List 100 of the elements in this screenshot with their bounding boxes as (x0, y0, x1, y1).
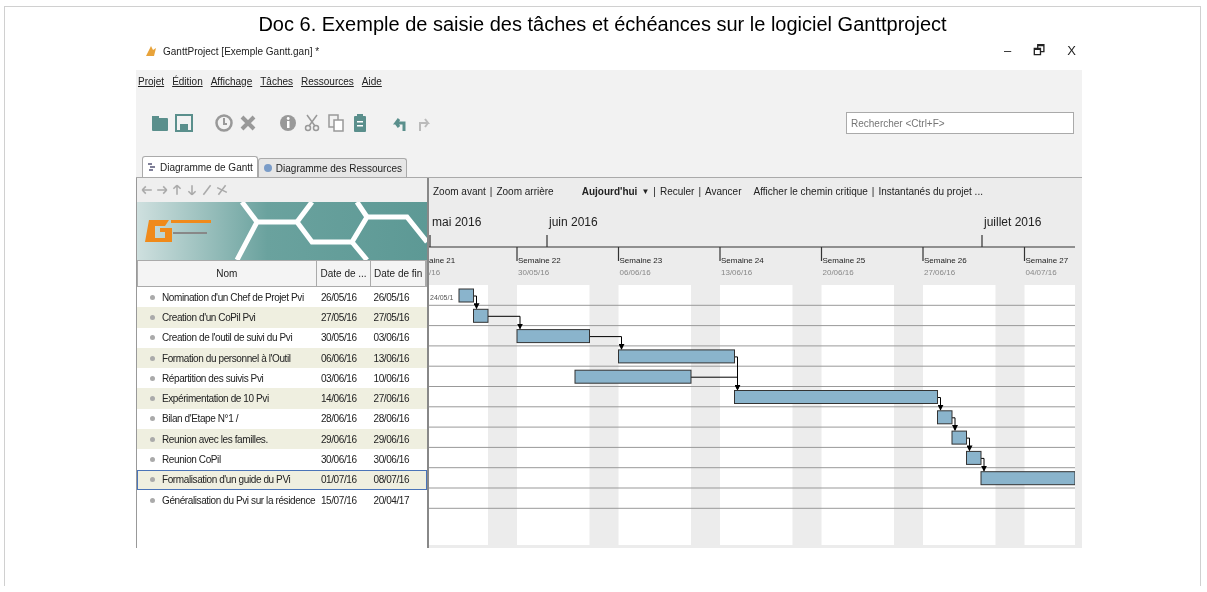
task-row[interactable]: Formation du personnel à l'Outil 06/06/16 13/06/16 (137, 347, 427, 369)
start-date: 30/05/16 (320, 331, 358, 346)
start-date: 15/07/16 (320, 493, 358, 508)
bullet-icon (150, 355, 155, 361)
left-arrow-icon[interactable] (141, 184, 153, 196)
task-bar[interactable] (473, 308, 489, 323)
clock-icon[interactable] (214, 113, 234, 133)
task-bar[interactable] (458, 288, 474, 303)
week-label: Semaine 22 (518, 255, 561, 267)
toolbar-link[interactable]: Instantanés du projet ... (878, 184, 983, 199)
dependency-arrow (951, 417, 958, 432)
minimize-button[interactable]: – (1004, 41, 1012, 61)
delete-icon[interactable] (238, 113, 258, 133)
menu-item[interactable]: Aide (361, 73, 382, 89)
tab[interactable]: Diagramme de Gantt (142, 156, 258, 177)
task-name: Bilan d'Etape N°1 / (162, 412, 239, 427)
open-icon[interactable] (150, 113, 170, 133)
column-header[interactable]: Date de ... (316, 261, 372, 286)
toolbar-link[interactable]: Zoom avant (433, 184, 486, 199)
start-date: 03/06/16 (320, 371, 358, 386)
up-arrow-icon[interactable] (171, 184, 183, 196)
bullet-icon (150, 416, 155, 422)
separator: | (698, 185, 701, 199)
task-row[interactable]: Répartition des suivis Pvi 03/06/16 10/06/16 (137, 368, 427, 389)
week-date: 13/06/16 (721, 267, 753, 279)
bullet-icon (150, 335, 155, 341)
week-date: /16 (429, 267, 441, 279)
task-bar[interactable] (937, 410, 953, 425)
task-bar[interactable] (516, 329, 590, 344)
start-date: 06/06/16 (320, 351, 358, 366)
task-name: Nomination d'un Chef de Projet Pvi (162, 290, 304, 305)
dependency-arrow (487, 315, 523, 330)
task-bar[interactable] (951, 430, 967, 445)
month-label: juin 2016 (549, 214, 598, 231)
end-date: 03/06/16 (373, 331, 411, 346)
menu-item[interactable]: Tâches (260, 73, 293, 89)
save-icon[interactable] (174, 113, 194, 133)
info-icon[interactable] (278, 113, 298, 133)
start-date: 30/06/16 (320, 453, 358, 467)
bullet-icon (150, 314, 155, 320)
task-row[interactable]: Reunion CoPil 30/06/16 30/06/16 (137, 449, 427, 470)
week-label: Semaine 26 (924, 255, 967, 267)
task-row[interactable]: Nomination d'un Chef de Projet Pvi 26/05/16 26/05/16 (137, 287, 427, 308)
end-date: 28/06/16 (373, 412, 411, 427)
week-label: Semaine 24 (721, 255, 764, 267)
end-date: 27/06/16 (373, 392, 411, 407)
week-label: Semaine 25 (822, 255, 866, 267)
toolbar-link[interactable]: Afficher le chemin critique (753, 184, 868, 199)
task-row[interactable]: Expérimentation de 10 Pvi 14/06/16 27/06/16 (137, 388, 427, 409)
bullet-icon (150, 294, 155, 300)
maximize-button[interactable]: 🗗 (1033, 41, 1046, 61)
task-row[interactable]: Creation de l'outil de suivi du Pvi 30/05/16 03/06/16 (137, 327, 427, 348)
toolbar-link[interactable]: Zoom arrière (496, 184, 554, 199)
task-row[interactable]: Creation d'un CoPil Pvi 27/05/16 27/05/16 (137, 307, 427, 328)
search-field[interactable]: Rechercher <Ctrl+F> (846, 112, 1074, 134)
caret-icon[interactable]: ▼ (641, 185, 650, 198)
copy-icon[interactable] (326, 113, 346, 133)
week-date: 04/07/16 (1025, 267, 1057, 279)
close-button[interactable]: X (1067, 41, 1076, 61)
week-date: 27/06/16 (924, 267, 956, 279)
bullet-icon (150, 457, 155, 462)
week-label: Semaine 27 (1025, 255, 1069, 267)
bullet-icon (150, 477, 155, 483)
down-arrow-icon[interactable] (186, 184, 198, 196)
start-date: 26/05/16 (320, 290, 358, 305)
task-row[interactable]: Généralisation du Pvi sur la résidence 15/07/16 20/04/17 (137, 489, 427, 511)
scissors-icon[interactable] (302, 113, 322, 133)
task-row[interactable]: Formalisation d'un guide du PVi 01/07/16 08/07/16 (137, 469, 427, 490)
right-arrow-icon[interactable] (156, 184, 168, 196)
task-name: Généralisation du Pvi sur la résidence (162, 493, 316, 508)
start-date: 14/06/16 (320, 392, 358, 407)
month-label: mai 2016 (432, 214, 482, 231)
toolbar-link[interactable]: Reculer (659, 184, 695, 199)
menu-item[interactable]: Édition (172, 73, 203, 89)
document-title: Doc 6. Exemple de saisie des tâches et échéances sur le logiciel Ganttproject (257, 12, 948, 36)
column-header[interactable]: Nom (138, 261, 317, 286)
task-row[interactable]: Reunion avec les familles. 29/06/16 29/06/16 (137, 429, 427, 450)
tab[interactable]: Diagramme des Ressources (257, 158, 407, 177)
task-bar[interactable] (966, 450, 982, 465)
menu-item[interactable]: Projet (138, 73, 165, 89)
dependency-arrow (937, 397, 944, 411)
menu-item[interactable]: Affichage (210, 73, 253, 89)
task-name: Reunion avec les familles. (162, 432, 268, 447)
task-bar[interactable] (734, 390, 938, 404)
window-title: GanttProject [Exemple Gantt.gan] * (163, 44, 320, 59)
today-menu[interactable]: Aujourd'hui (581, 184, 638, 199)
toolbar-link[interactable]: Avancer (705, 184, 742, 199)
week-label: Semaine 23 (619, 255, 663, 267)
task-name: Formalisation d'un guide du PVi (162, 473, 291, 488)
task-name: Formation du personnel à l'Outil (162, 351, 291, 366)
link-icon[interactable] (201, 184, 213, 196)
column-header[interactable]: Date de fin (371, 261, 426, 286)
menu-item[interactable]: Ressources (301, 73, 354, 89)
unlink-icon[interactable] (216, 184, 228, 196)
week-date: 06/06/16 (619, 267, 651, 279)
dependency-arrow (966, 437, 973, 452)
end-date: 29/06/16 (373, 432, 411, 447)
task-row[interactable]: Bilan d'Etape N°1 / 28/06/16 28/06/16 (137, 408, 427, 430)
task-bar[interactable] (980, 471, 1075, 486)
dependency-arrow (473, 295, 480, 310)
